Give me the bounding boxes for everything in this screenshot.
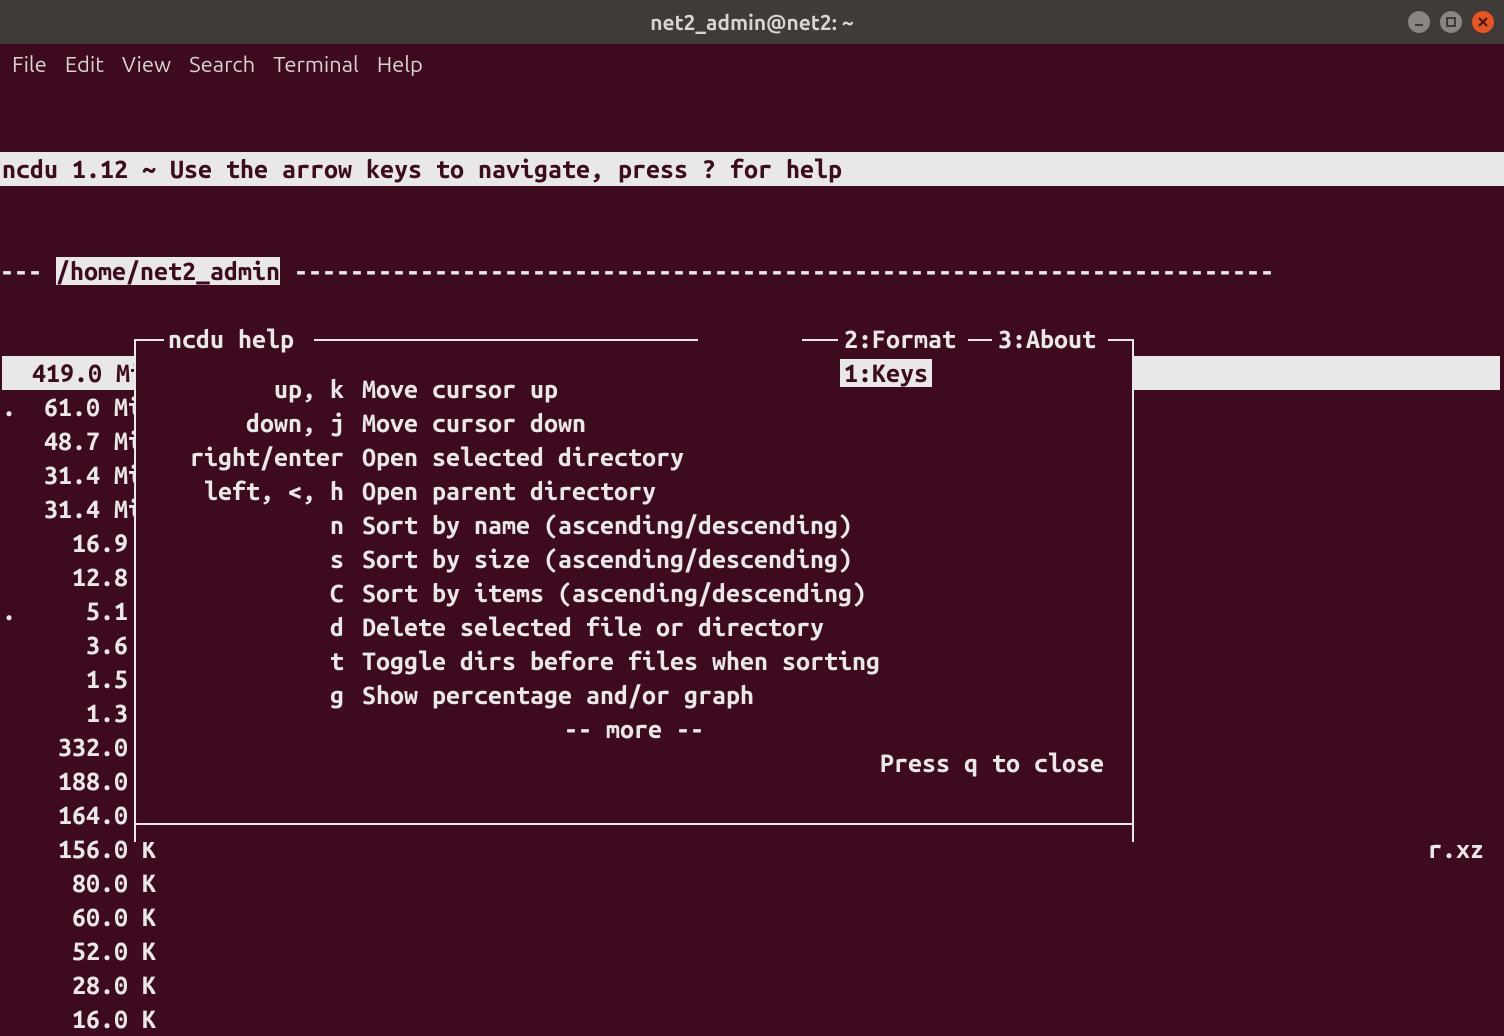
help-key-row: gShow percentage and/or graph	[134, 678, 1134, 712]
help-key: t	[134, 644, 344, 678]
help-tab-about[interactable]: 3:About	[994, 322, 1100, 356]
help-desc: Toggle dirs before files when sorting	[344, 644, 880, 678]
minimize-button[interactable]	[1408, 11, 1430, 33]
help-desc: Move cursor up	[344, 372, 558, 406]
menu-terminal[interactable]: Terminal	[269, 48, 373, 81]
help-key-row: right/enterOpen selected directory	[134, 440, 1134, 474]
menu-search[interactable]: Search	[185, 48, 269, 81]
help-key: right/enter	[134, 440, 344, 474]
help-key-row: down, jMove cursor down	[134, 406, 1134, 440]
help-key-row: CSort by items (ascending/descending)	[134, 576, 1134, 610]
close-button[interactable]	[1472, 11, 1494, 33]
help-key: d	[134, 610, 344, 644]
help-body: up, kMove cursor updown, jMove cursor do…	[134, 356, 1134, 808]
list-item[interactable]: 28.0 K	[0, 968, 1504, 1002]
help-desc: Delete selected file or directory	[344, 610, 824, 644]
help-key: up, k	[134, 372, 344, 406]
help-key-row: sSort by size (ascending/descending)	[134, 542, 1134, 576]
titlebar: net2_admin@net2: ~	[0, 0, 1504, 44]
window-controls	[1408, 11, 1494, 33]
help-key-row: up, kMove cursor up	[134, 372, 1134, 406]
help-key: g	[134, 678, 344, 712]
help-desc: Sort by name (ascending/descending)	[344, 508, 852, 542]
menu-help[interactable]: Help	[373, 48, 437, 81]
menu-view[interactable]: View	[118, 48, 185, 81]
help-key: n	[134, 508, 344, 542]
menu-file[interactable]: File	[8, 48, 61, 81]
menubar: File Edit View Search Terminal Help	[0, 44, 1504, 84]
help-desc: Open selected directory	[344, 440, 684, 474]
window-title: net2_admin@net2: ~	[650, 10, 854, 34]
help-title: ncdu help	[168, 322, 294, 356]
list-item[interactable]: 60.0 K	[0, 900, 1504, 934]
help-desc: Show percentage and/or graph	[344, 678, 754, 712]
maximize-button[interactable]	[1440, 11, 1462, 33]
help-desc: Move cursor down	[344, 406, 586, 440]
help-key-row: dDelete selected file or directory	[134, 610, 1134, 644]
help-key: C	[134, 576, 344, 610]
help-desc: Open parent directory	[344, 474, 656, 508]
help-desc: Sort by size (ascending/descending)	[344, 542, 852, 576]
menu-edit[interactable]: Edit	[61, 48, 118, 81]
help-more: -- more --	[134, 712, 1134, 746]
help-key: down, j	[134, 406, 344, 440]
ncdu-path-line: --- /home/net2_admin -------------------…	[0, 254, 1504, 288]
list-item-trailing: r.xz	[1428, 832, 1484, 866]
list-item[interactable]: 16.0 K	[0, 1002, 1504, 1036]
help-close-hint: Press q to close	[134, 746, 1134, 780]
ncdu-path: /home/net2_admin	[56, 257, 280, 285]
help-desc: Sort by items (ascending/descending)	[344, 576, 866, 610]
terminal-content[interactable]: ncdu 1.12 ~ Use the arrow keys to naviga…	[0, 84, 1504, 1036]
ncdu-help-dialog: ncdu help 1:Keys 2:Format 3:About up, kM…	[134, 322, 1134, 842]
help-key-row: tToggle dirs before files when sorting	[134, 644, 1134, 678]
help-tab-format[interactable]: 2:Format	[840, 322, 960, 356]
help-key-row: left, <, hOpen parent directory	[134, 474, 1134, 508]
help-key-row: nSort by name (ascending/descending)	[134, 508, 1134, 542]
terminal-window: net2_admin@net2: ~ File Edit View Search…	[0, 0, 1504, 1036]
help-key: s	[134, 542, 344, 576]
ncdu-header: ncdu 1.12 ~ Use the arrow keys to naviga…	[0, 152, 1504, 186]
list-item[interactable]: 52.0 K	[0, 934, 1504, 968]
help-key: left, <, h	[134, 474, 344, 508]
